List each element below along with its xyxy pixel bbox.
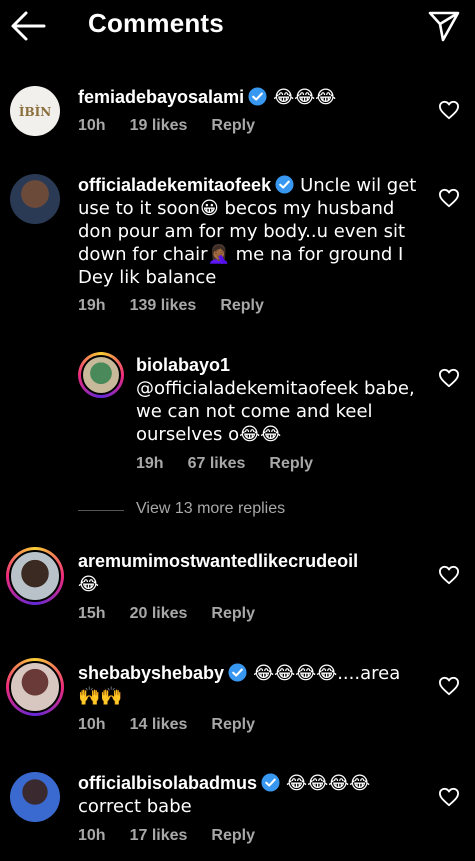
comment-username[interactable]: biolabayo1 (136, 355, 230, 375)
header: Comments (0, 0, 475, 56)
heart-icon[interactable] (438, 565, 460, 585)
verified-badge-icon (261, 773, 280, 792)
comment-body: aremumimostwantedlikecrudeoil 😂 (78, 550, 428, 596)
comment-body: officialadekemitaofeek Uncle wil get use … (78, 174, 428, 289)
comment-time: 10h (78, 827, 106, 844)
view-more-replies-label[interactable]: View 13 more replies (136, 500, 285, 518)
comment-username[interactable]: officialbisolabadmus (78, 773, 257, 793)
heart-icon[interactable] (438, 368, 460, 388)
comment-likes[interactable]: 67 likes (188, 455, 246, 472)
avatar[interactable] (6, 658, 64, 716)
comment-text: 😂😂😂 (273, 87, 337, 108)
reply-button[interactable]: Reply (220, 297, 264, 314)
comment-username[interactable]: officialadekemitaofeek (78, 175, 271, 195)
avatar-logo-icon: ÌBÌN (19, 104, 51, 119)
verified-badge-icon (275, 175, 294, 194)
heart-icon[interactable] (438, 188, 460, 208)
page-title: Comments (88, 8, 224, 38)
comment-likes[interactable]: 17 likes (130, 827, 188, 844)
comment-body: biolabayo1 @officialadekemitaofeek babe,… (136, 354, 426, 446)
comment-time: 10h (78, 716, 106, 733)
comment-text: 😂 (78, 574, 100, 595)
comment-meta: 19h 67 likes Reply (136, 455, 337, 473)
avatar[interactable]: ÌBÌN (10, 86, 60, 136)
comment-meta: 10h 14 likes Reply (78, 716, 279, 734)
reply-button[interactable]: Reply (211, 716, 255, 733)
reply-button[interactable]: Reply (211, 605, 255, 622)
comment-username[interactable]: shebabyshebaby (78, 663, 224, 683)
comment-likes[interactable]: 19 likes (130, 117, 188, 134)
comment-username[interactable]: femiadebayosalami (78, 87, 244, 107)
comment-body: officialbisolabadmus 😂😂😂😂 correct babe (78, 772, 428, 818)
comment-text: @officialadekemitaofeek babe, we can not… (136, 378, 415, 445)
comment-time: 19h (136, 455, 164, 472)
avatar[interactable] (78, 352, 124, 398)
comment-time: 19h (78, 297, 106, 314)
reply-button[interactable]: Reply (211, 827, 255, 844)
avatar[interactable] (10, 772, 60, 822)
comment-likes[interactable]: 139 likes (130, 297, 197, 314)
reply-button[interactable]: Reply (269, 455, 313, 472)
comment-username[interactable]: aremumimostwantedlikecrudeoil (78, 551, 358, 571)
comment-meta: 10h 19 likes Reply (78, 117, 279, 135)
comment-likes[interactable]: 14 likes (130, 716, 188, 733)
comment-likes[interactable]: 20 likes (130, 605, 188, 622)
heart-icon[interactable] (438, 100, 460, 120)
comment-body: shebabyshebaby 😂😂😂😂....area 🙌🙌 (78, 662, 428, 708)
verified-badge-icon (248, 87, 267, 106)
comment-meta: 19h 139 likes Reply (78, 297, 288, 315)
avatar[interactable] (10, 174, 60, 224)
comment-meta: 15h 20 likes Reply (78, 605, 279, 623)
heart-icon[interactable] (438, 787, 460, 807)
verified-badge-icon (228, 663, 247, 682)
heart-icon[interactable] (438, 676, 460, 696)
comment-time: 15h (78, 605, 106, 622)
reply-button[interactable]: Reply (211, 117, 255, 134)
back-arrow-icon[interactable] (8, 8, 48, 44)
comment-meta: 10h 17 likes Reply (78, 827, 279, 845)
comment-body: femiadebayosalami 😂😂😂 (78, 86, 428, 109)
avatar-logo-text: ÌBÌN (19, 104, 51, 119)
avatar[interactable] (6, 547, 64, 605)
send-icon[interactable] (426, 8, 462, 44)
comment-time: 10h (78, 117, 106, 134)
divider (78, 510, 124, 511)
